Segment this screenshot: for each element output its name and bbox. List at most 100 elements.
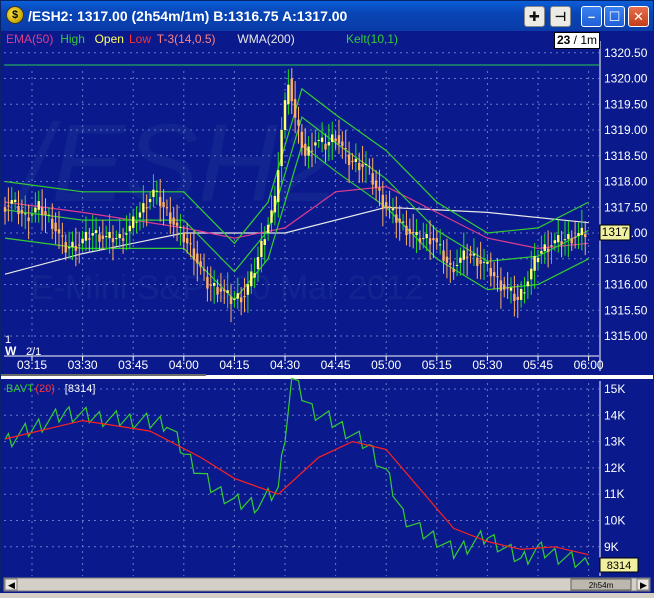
time-tick-label: 03:45 [118, 358, 148, 372]
candle-body [438, 244, 442, 246]
candle-body [239, 297, 243, 303]
price-legend-item: Open [95, 32, 124, 46]
candle-body [428, 238, 432, 245]
scroll-range-indicator [1, 374, 206, 376]
price-axis: 1320.50 1320.00 1319.50 1319.00 1318.50 1318.… [599, 41, 648, 371]
time-tick-label: 04:45 [321, 358, 351, 372]
candle-body [47, 214, 51, 216]
candle-body [472, 253, 476, 256]
price-legend-item: Kelt(10,1) [346, 32, 398, 46]
candle-body [256, 257, 260, 270]
title-bar[interactable]: $ /ESH2: 1317.00 (2h54m/1m) B:1316.75 A:… [1, 1, 653, 31]
candle-body [452, 269, 455, 273]
candle-body [78, 244, 81, 246]
time-tick-label: 03:30 [68, 358, 98, 372]
candle-body [435, 238, 438, 243]
candle-body [243, 296, 246, 298]
candle-body [425, 234, 428, 239]
price-legend-item: Low [129, 32, 151, 46]
candle-body [368, 166, 371, 168]
candle-body [442, 250, 445, 261]
candle-body [34, 207, 37, 213]
price-tick-label: 1319.50 [604, 97, 648, 111]
candle-body [304, 143, 307, 156]
candle-body [185, 238, 189, 244]
time-tick-label: 05:45 [523, 358, 553, 372]
trading-app-icon[interactable]: $ [6, 6, 24, 24]
scroll-right-icon: ▶ [640, 580, 647, 590]
pin-icon[interactable]: ⊣ [550, 6, 571, 27]
candle-body [172, 217, 175, 225]
candle-body [13, 199, 17, 203]
candle-body [317, 139, 320, 141]
volume-tick-label: 10K [604, 514, 625, 528]
candle-body [526, 281, 530, 287]
candle-body [138, 212, 142, 218]
candle-body [199, 261, 202, 267]
candle-body [3, 207, 7, 212]
candle-body [101, 235, 105, 239]
candle-body [263, 239, 266, 246]
candle-body [297, 119, 300, 126]
crosshair-icon[interactable]: ✚ [524, 6, 545, 27]
candle-body [10, 200, 13, 204]
time-tick-label: 05:15 [422, 358, 452, 372]
candle-body [182, 233, 185, 243]
volume-tick-label: 13K [604, 435, 625, 449]
candle-body [449, 262, 452, 265]
candle-body [506, 287, 509, 289]
time-tick-label: 03:15 [17, 358, 47, 372]
candle-body [563, 239, 567, 241]
candle-body [358, 162, 361, 171]
volume-legend-item: [8314] [65, 383, 96, 395]
close-icon[interactable]: ✕ [628, 6, 649, 27]
candle-body [165, 207, 169, 209]
maximize-icon[interactable]: ☐ [604, 6, 625, 27]
watermark-symbol: /ESH2 [14, 102, 339, 225]
date-label: 2/1 [26, 346, 41, 358]
time-axis: 03:15 03:30 03:45 04:00 04:15 04:30 04:45 05:00… [4, 355, 604, 372]
bar-counter-value: 23 [556, 33, 571, 47]
candle-body [486, 261, 489, 264]
bar-interval-selector[interactable]: 23 / 1m [554, 32, 600, 49]
candle-body [411, 231, 415, 233]
minimize-icon[interactable]: – [581, 6, 602, 27]
price-tick-label: 1315.00 [604, 329, 648, 343]
candle-body [469, 253, 472, 256]
candle-body [273, 195, 277, 213]
interval-label: / 1m [573, 33, 598, 47]
candle-body [543, 244, 546, 252]
candle-body [125, 233, 128, 235]
candle-body [334, 138, 337, 142]
candle-body [560, 241, 563, 245]
horizontal-scrollbar[interactable]: ◀ ▶ 2h54m [3, 577, 651, 592]
chart-area[interactable]: /ESH2 E-Mini S&P 500 Mar 2012 EMA(50) Hig… [1, 31, 653, 593]
price-legend: EMA(50) High Open Low T-3(14,0.5) WMA(200) Kel… [6, 32, 398, 46]
candle-body [371, 173, 374, 185]
candle-body [98, 234, 101, 242]
week-label: W [5, 344, 17, 358]
candle-body [536, 257, 540, 263]
time-tick-label: 05:00 [371, 358, 401, 372]
volume-tick-label: 12K [604, 461, 625, 475]
candle-body [51, 218, 54, 229]
candle-body [148, 199, 152, 203]
price-legend-item: EMA(50) [6, 32, 53, 46]
scrollbar-track[interactable] [3, 577, 651, 592]
candle-body [459, 257, 462, 263]
chart-canvas[interactable]: /ESH2 E-Mini S&P 500 Mar 2012 EMA(50) Hig… [1, 31, 653, 593]
price-tick-label: 1318.00 [604, 175, 648, 189]
candle-body [216, 287, 219, 295]
scrollbar-thumb-label: 2h54m [589, 581, 614, 590]
candle-body [550, 245, 553, 247]
candle-body [492, 272, 496, 277]
candle-body [253, 273, 256, 278]
candle-body [388, 206, 391, 209]
candle-body [128, 225, 132, 232]
candle-body [202, 269, 206, 271]
price-tick-label: 1319.00 [604, 123, 648, 137]
candle-body [422, 238, 425, 240]
candle-body [84, 231, 88, 241]
candle-body [398, 218, 401, 223]
candle-body [374, 180, 378, 188]
